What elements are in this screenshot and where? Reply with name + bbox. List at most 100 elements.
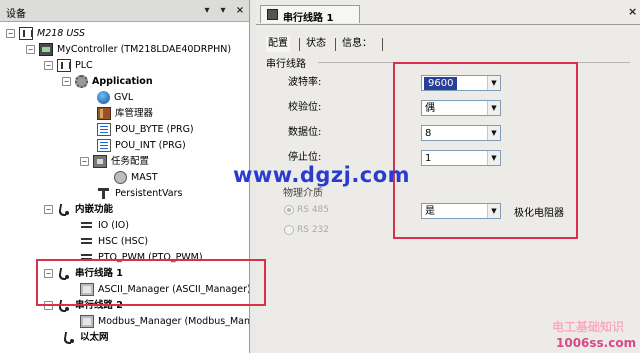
tree-item-label: 任务配置 bbox=[111, 156, 150, 167]
chevron-down-icon[interactable]: ▼ bbox=[487, 101, 500, 115]
tree-item-task-config[interactable]: − 任务配置 bbox=[80, 154, 149, 170]
document-tab-serial-line-1[interactable]: 串行线路 1 bbox=[260, 5, 360, 24]
devices-panel-header: 设备 ▾ ▾ × bbox=[0, 0, 249, 22]
tree-item-label: Modbus_Manager (Modbus_Manager) bbox=[98, 316, 250, 327]
collapse-icon[interactable]: − bbox=[80, 157, 89, 166]
pou-icon bbox=[97, 123, 111, 136]
baud-rate-label: 波特率: bbox=[288, 77, 322, 88]
tree-item-label: 串行线路 2 bbox=[75, 300, 123, 311]
tree-item-controller[interactable]: − MyController (TM218LDAE40DRPHN) bbox=[26, 42, 231, 58]
pou-icon bbox=[97, 139, 111, 152]
parity-value: 偶 bbox=[425, 103, 435, 114]
chevron-down-icon[interactable]: ▼ bbox=[487, 204, 500, 218]
tree-item-ethernet[interactable]: 以太网 bbox=[62, 330, 109, 346]
stop-bits-value: 1 bbox=[425, 153, 432, 164]
brand-watermark-title: 电工基础知识 bbox=[552, 320, 625, 334]
collapse-icon[interactable]: − bbox=[44, 205, 53, 214]
ascii-manager-icon bbox=[80, 283, 94, 296]
chevron-down-icon[interactable]: ▼ bbox=[487, 76, 500, 90]
connector-icon bbox=[57, 203, 71, 216]
tree-item-application[interactable]: − Application bbox=[62, 74, 153, 90]
tree-item-persistent-vars[interactable]: PersistentVars bbox=[97, 186, 182, 202]
tree-item-pto-pwm[interactable]: PTO_PWM (PTO_PWM) bbox=[80, 250, 203, 266]
divider bbox=[299, 38, 300, 51]
parity-label: 校验位: bbox=[288, 102, 322, 113]
devices-panel: 设备 ▾ ▾ × − M218 USS − MyController (TM218L… bbox=[0, 0, 250, 353]
tree-item-label: POU_BYTE (PRG) bbox=[115, 124, 194, 135]
tree-item-label: MyController (TM218LDAE40DRPHN) bbox=[57, 44, 232, 55]
panel-close-icon[interactable]: × bbox=[233, 4, 247, 18]
tree-item-label: ASCII_Manager (ASCII_Manager) bbox=[98, 284, 250, 295]
radio-rs232[interactable]: RS 232 bbox=[284, 223, 329, 237]
tab-status[interactable]: 状态 bbox=[304, 36, 328, 52]
tree-item-modbus-manager[interactable]: Modbus_Manager (Modbus_Manager) bbox=[80, 314, 250, 330]
tree-item-label: IO (IO) bbox=[98, 220, 129, 231]
polarization-select[interactable]: 是 ▼ bbox=[421, 203, 501, 219]
tab-info[interactable]: 信息： bbox=[340, 36, 374, 52]
polarization-label: 极化电阻器 bbox=[514, 208, 564, 219]
close-icon[interactable]: × bbox=[628, 5, 637, 18]
modbus-manager-icon bbox=[80, 315, 94, 328]
collapse-icon[interactable]: − bbox=[44, 301, 53, 310]
tree-item-serial-line-2[interactable]: − 串行线路 2 bbox=[44, 298, 123, 314]
baud-rate-value: 9600 bbox=[424, 77, 458, 90]
tree-item-project[interactable]: − M218 USS bbox=[6, 26, 85, 42]
radio-button[interactable] bbox=[284, 204, 294, 215]
radio-button[interactable] bbox=[284, 224, 294, 235]
tree-item-label: PTO_PWM (PTO_PWM) bbox=[98, 252, 203, 263]
group-title-serial-line: 串行线路 bbox=[266, 59, 306, 70]
collapse-icon[interactable]: − bbox=[62, 77, 71, 86]
application-icon bbox=[75, 75, 88, 88]
library-manager-icon bbox=[97, 107, 111, 120]
data-bits-select[interactable]: 8 ▼ bbox=[421, 125, 501, 141]
tree-item-pou-int[interactable]: POU_INT (PRG) bbox=[97, 138, 186, 154]
collapse-icon[interactable]: − bbox=[26, 45, 35, 54]
divider bbox=[335, 38, 336, 51]
stop-bits-select[interactable]: 1 ▼ bbox=[421, 150, 501, 166]
baud-rate-select[interactable]: 9600 ▼ bbox=[421, 75, 501, 91]
tree-item-label: 库管理器 bbox=[115, 108, 154, 119]
serial-line-icon bbox=[57, 299, 71, 312]
data-bits-label: 数据位: bbox=[288, 127, 322, 138]
tree-item-mast[interactable]: MAST bbox=[114, 170, 158, 186]
tree-item-ascii-manager[interactable]: ASCII_Manager (ASCII_Manager) bbox=[80, 282, 250, 298]
collapse-icon[interactable]: − bbox=[44, 61, 53, 70]
divider bbox=[318, 62, 630, 63]
tree-item-gvl[interactable]: GVL bbox=[97, 90, 133, 106]
panel-dropdown-icon[interactable]: ▾ bbox=[200, 4, 214, 18]
chevron-down-icon[interactable]: ▼ bbox=[487, 151, 500, 165]
parity-select[interactable]: 偶 ▼ bbox=[421, 100, 501, 116]
polarization-value: 是 bbox=[425, 206, 435, 217]
tree-item-hsc[interactable]: HSC (HSC) bbox=[80, 234, 148, 250]
collapse-icon[interactable]: − bbox=[6, 29, 15, 38]
radio-label: RS 485 bbox=[297, 205, 330, 215]
tree-item-serial-line-1[interactable]: − 串行线路 1 bbox=[44, 266, 123, 282]
chevron-down-icon[interactable]: ▼ bbox=[487, 126, 500, 140]
tree-item-label: POU_INT (PRG) bbox=[115, 140, 186, 151]
tree-item-label: 内嵌功能 bbox=[75, 204, 114, 215]
tree-item-library-manager[interactable]: 库管理器 bbox=[97, 106, 153, 122]
controller-icon bbox=[39, 43, 53, 56]
tab-config[interactable]: 配置 bbox=[266, 36, 290, 52]
io-icon bbox=[80, 219, 94, 232]
tree-item-label: MAST bbox=[131, 172, 158, 183]
serial-line-icon bbox=[57, 267, 71, 280]
tree-item-embedded-functions[interactable]: − 内嵌功能 bbox=[44, 202, 113, 218]
tree-item-label: 以太网 bbox=[80, 332, 109, 343]
tree-item-plc[interactable]: − PLC bbox=[44, 58, 93, 74]
ethernet-icon bbox=[62, 331, 76, 344]
brand-watermark-url: 1006ss.com bbox=[556, 336, 637, 350]
collapse-icon[interactable]: − bbox=[44, 269, 53, 278]
tree-item-label: GVL bbox=[114, 92, 134, 103]
tree-item-pou-byte[interactable]: POU_BYTE (PRG) bbox=[97, 122, 194, 138]
tree-item-label: PLC bbox=[75, 60, 93, 71]
tree-item-label: 串行线路 1 bbox=[75, 268, 123, 279]
hsc-icon bbox=[80, 235, 94, 248]
serial-line-icon bbox=[267, 9, 278, 20]
tree-item-io[interactable]: IO (IO) bbox=[80, 218, 129, 234]
radio-label: RS 232 bbox=[297, 225, 330, 235]
panel-pin-icon[interactable]: ▾ bbox=[216, 4, 230, 18]
project-icon bbox=[19, 27, 33, 40]
pto-pwm-icon bbox=[80, 251, 94, 264]
radio-rs485[interactable]: RS 485 bbox=[284, 203, 329, 217]
